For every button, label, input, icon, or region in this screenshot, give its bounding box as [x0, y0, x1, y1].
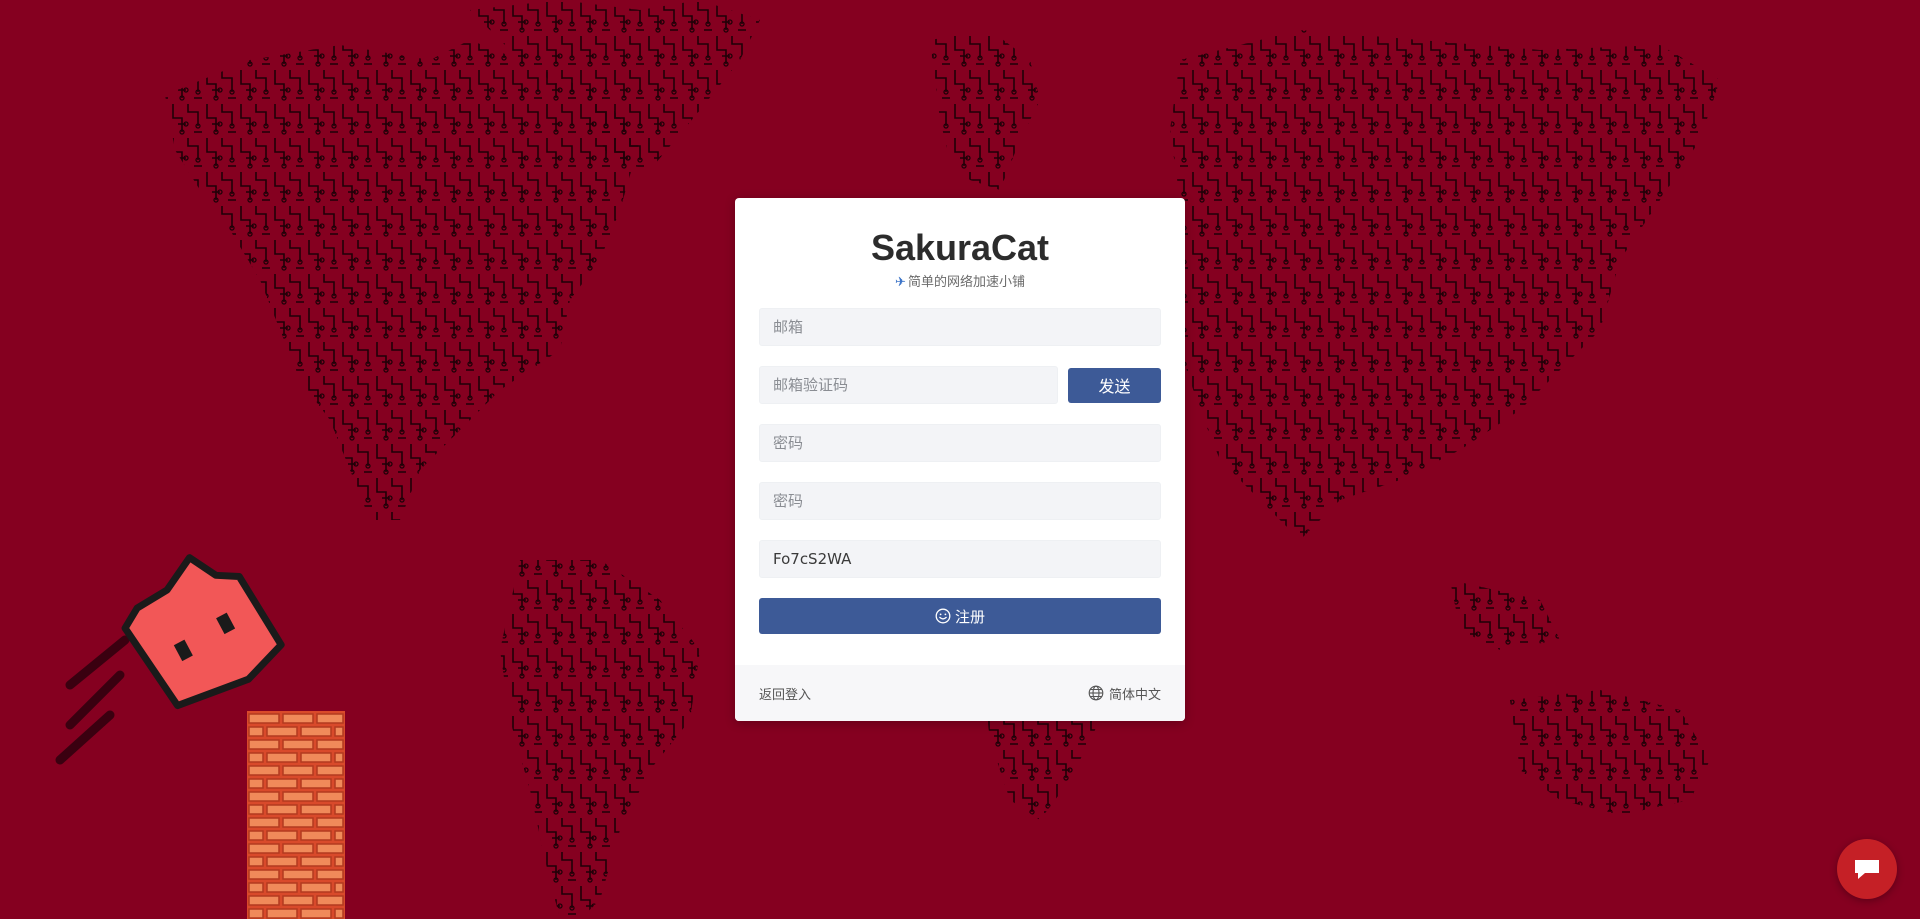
brand-title: SakuraCat: [870, 227, 1050, 268]
chat-bubble-icon: [1855, 860, 1879, 879]
airplane-icon: ✈: [895, 275, 906, 290]
chat-widget-button[interactable]: [1837, 839, 1897, 899]
card-footer: 返回登入 简体中文: [735, 665, 1185, 721]
email-code-field[interactable]: [759, 366, 1058, 404]
invite-code-field[interactable]: [759, 540, 1161, 578]
password-confirm-field[interactable]: [759, 482, 1161, 520]
language-label: 简体中文: [1108, 687, 1161, 703]
language-selector[interactable]: 简体中文: [1088, 684, 1161, 703]
send-code-button[interactable]: 发送: [1068, 367, 1161, 403]
brand-subtitle-text: 简单的网络加速小铺: [907, 275, 1025, 290]
brick-pillar-illustration: [247, 711, 345, 919]
smile-icon: [935, 608, 951, 624]
globe-icon: [1088, 685, 1104, 701]
cat-head: [121, 554, 285, 710]
register-button-label: 注册: [954, 607, 985, 626]
register-card: SakuraCat ✈简单的网络加速小铺 发送 注册 返回登入: [735, 198, 1185, 721]
email-code-row: 发送: [759, 366, 1161, 404]
email-field[interactable]: [759, 308, 1161, 346]
password-field[interactable]: [759, 424, 1161, 462]
register-form: SakuraCat ✈简单的网络加速小铺 发送 注册: [735, 198, 1185, 634]
back-to-login-link[interactable]: 返回登入: [759, 684, 811, 703]
brand-subtitle: ✈ 简单的网络加速小铺: [759, 274, 1161, 292]
register-button[interactable]: 注册: [759, 598, 1161, 634]
